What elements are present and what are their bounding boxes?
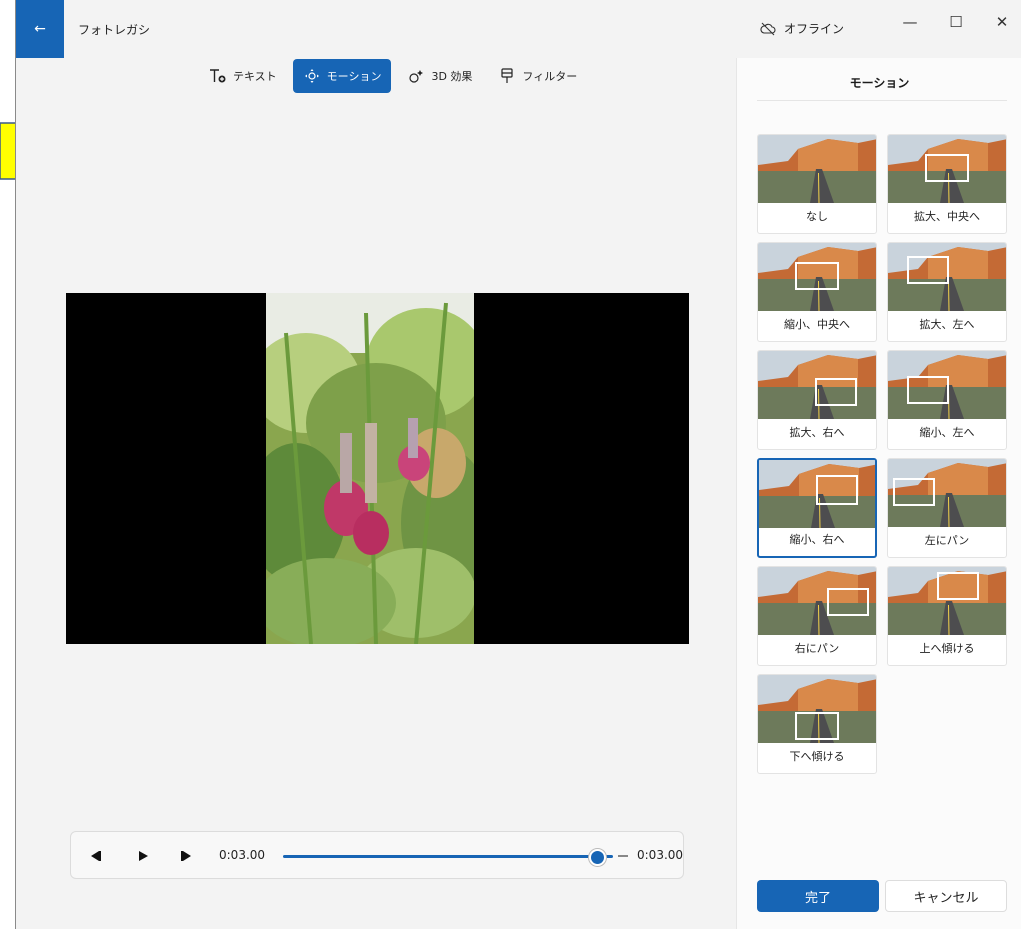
motion-option-label: 左にパン — [924, 534, 970, 547]
filter-icon — [501, 68, 514, 83]
progress-thumb[interactable] — [589, 849, 606, 866]
motion-option-card[interactable]: 拡大、左へ — [887, 242, 1007, 342]
motion-thumbnail — [888, 243, 1006, 311]
tab-motion[interactable]: モーション — [292, 59, 392, 93]
minimize-button[interactable]: — — [890, 10, 930, 34]
motion-option-card[interactable]: 右にパン — [757, 566, 877, 666]
title-bar: ← フォトレガシ オフライン — ☐ ✕ — [16, 0, 1021, 58]
motion-option-card[interactable]: 下へ傾ける — [757, 674, 877, 774]
tab-motion-label: モーション — [326, 70, 382, 83]
motion-thumbnail — [888, 459, 1006, 527]
motion-option-card[interactable]: 左にパン — [887, 458, 1007, 558]
total-time: 0:03.00 — [637, 848, 684, 862]
offline-status: オフライン — [760, 20, 844, 37]
close-button[interactable]: ✕ — [982, 10, 1021, 34]
app-window: ← フォトレガシ オフライン — ☐ ✕ テキスト モーション 3D 効果 フィ… — [15, 0, 1021, 929]
cloud-off-icon — [760, 22, 776, 35]
motion-option-card[interactable]: 拡大、中央へ — [887, 134, 1007, 234]
tab-3d-effects[interactable]: 3D 効果 — [397, 59, 482, 93]
motion-thumbnail — [888, 567, 1006, 635]
step-back-icon — [91, 851, 101, 861]
motion-thumbnail — [758, 351, 876, 419]
motion-option-card[interactable]: 縮小、左へ — [887, 350, 1007, 450]
app-title: フォトレガシ — [78, 23, 151, 37]
video-preview — [66, 293, 689, 644]
step-forward-icon — [181, 851, 191, 861]
offline-label: オフライン — [784, 22, 845, 36]
next-frame-button[interactable] — [177, 846, 197, 866]
back-arrow-icon: ← — [34, 21, 46, 37]
previous-frame-button[interactable] — [85, 846, 105, 866]
minimize-icon: — — [902, 13, 918, 31]
tab-filter-label: フィルター — [522, 70, 578, 83]
motion-icon — [304, 69, 319, 83]
motion-option-card[interactable]: 縮小、中央へ — [757, 242, 877, 342]
motion-thumbnail — [759, 460, 875, 528]
3d-effects-icon — [409, 70, 424, 83]
motion-option-label: なし — [806, 210, 828, 223]
back-button[interactable]: ← — [16, 0, 64, 58]
playback-bar: 0:03.00 0:03.00 — [70, 831, 684, 879]
play-icon — [139, 851, 148, 861]
motion-option-label: 拡大、左へ — [919, 318, 975, 331]
panel-divider — [757, 100, 1007, 101]
tab-3d-effects-label: 3D 効果 — [431, 70, 473, 83]
motion-thumbnail — [758, 567, 876, 635]
tab-text[interactable]: テキスト — [199, 59, 287, 93]
motion-option-card[interactable]: 縮小、右へ — [757, 458, 877, 558]
motion-option-label: 縮小、中央へ — [784, 318, 850, 331]
motion-option-label: 縮小、右へ — [789, 533, 845, 546]
motion-thumbnail — [888, 135, 1006, 203]
maximize-icon: ☐ — [949, 13, 963, 31]
close-icon: ✕ — [995, 13, 1009, 31]
motion-thumbnail — [758, 135, 876, 203]
panel-title: モーション — [849, 76, 910, 90]
motion-panel: モーション なし 拡大、中央へ 縮小、中央へ 拡大、左へ 拡大、右へ 縮小、左へ… — [736, 58, 1021, 929]
motion-option-label: 下へ傾ける — [789, 750, 845, 763]
edit-toolbar: テキスト モーション 3D 効果 フィルター — [199, 58, 587, 94]
motion-option-label: 拡大、中央へ — [914, 210, 980, 223]
motion-option-card[interactable]: 上へ傾ける — [887, 566, 1007, 666]
motion-option-card[interactable]: なし — [757, 134, 877, 234]
progress-track-remaining — [618, 855, 628, 857]
motion-option-label: 拡大、右へ — [789, 426, 845, 439]
preview-photo — [266, 293, 474, 644]
motion-option-card[interactable]: 拡大、右へ — [757, 350, 877, 450]
motion-option-label: 右にパン — [794, 642, 840, 655]
tab-filter[interactable]: フィルター — [488, 59, 587, 93]
motion-thumbnail — [758, 675, 876, 743]
current-time: 0:03.00 — [219, 848, 266, 862]
done-button[interactable]: 完了 — [757, 880, 879, 912]
maximize-button[interactable]: ☐ — [936, 10, 976, 34]
motion-option-label: 上へ傾ける — [919, 642, 975, 655]
progress-track[interactable] — [283, 855, 613, 858]
tab-text-label: テキスト — [233, 70, 277, 83]
motion-thumbnail — [758, 243, 876, 311]
cancel-button[interactable]: キャンセル — [885, 880, 1007, 912]
play-button[interactable] — [133, 846, 153, 866]
motion-thumbnail — [888, 351, 1006, 419]
text-icon — [210, 69, 226, 83]
motion-option-label: 縮小、左へ — [919, 426, 975, 439]
